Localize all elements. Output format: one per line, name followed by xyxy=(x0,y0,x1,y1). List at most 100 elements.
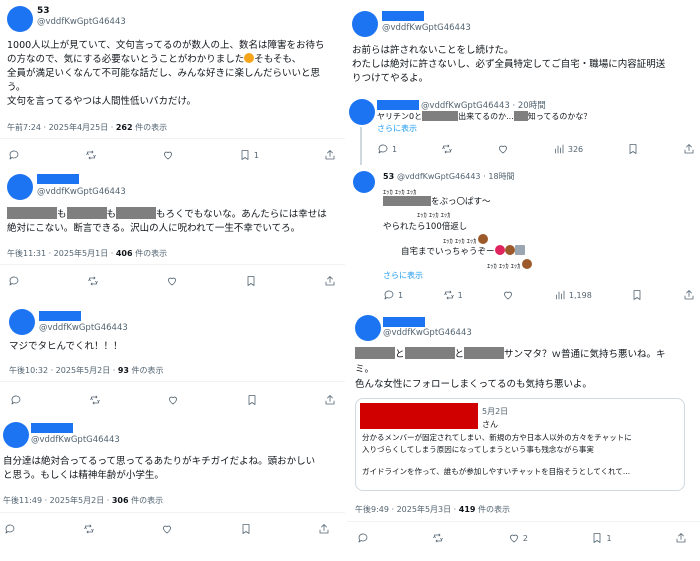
display-name-redacted[interactable] xyxy=(37,174,79,184)
display-name[interactable]: 53 xyxy=(37,6,50,16)
user-handle[interactable]: @vddfKwGptG46443 xyxy=(31,435,120,445)
reply-button[interactable]: 1 xyxy=(377,143,397,155)
user-handle[interactable]: @vddfKwGptG46443 xyxy=(39,323,128,333)
avatar[interactable] xyxy=(7,6,33,32)
avatar[interactable] xyxy=(355,315,381,341)
share-button[interactable] xyxy=(324,394,336,406)
redaction xyxy=(513,111,528,121)
share-button[interactable] xyxy=(318,523,330,535)
quoted-tweet[interactable]: 5月2日 さん 分かるメンバーが固定されてしまい、新規の方や日本人以外の方々をチ… xyxy=(355,398,685,491)
share-button[interactable] xyxy=(324,149,336,161)
display-name-redacted[interactable] xyxy=(382,11,424,21)
bookmark-button[interactable]: 1 xyxy=(239,149,259,161)
like-button[interactable]: 2 xyxy=(508,532,528,544)
reply-button[interactable] xyxy=(10,394,22,406)
bookmark-button[interactable] xyxy=(246,394,258,406)
retweet-button[interactable] xyxy=(441,143,453,155)
share-button[interactable] xyxy=(683,143,695,155)
bookmark-icon xyxy=(240,523,252,535)
like-button[interactable] xyxy=(162,149,174,161)
quoted-date: 5月2日 xyxy=(482,407,509,416)
bookmark-button[interactable] xyxy=(631,289,643,301)
tweet-text: ととサンマタ？ｗ普通に気持ち悪いね。キ ミ。 色んな女性にフォローしまくってるの… xyxy=(355,347,666,390)
show-more-link[interactable]: さらに表示 xyxy=(383,270,423,281)
like-button[interactable] xyxy=(166,275,178,287)
bookmark-button[interactable] xyxy=(627,143,639,155)
tweet-meta: 午後11:49 · 2025年5月2日 · 306 件の表示 xyxy=(3,496,164,505)
redaction xyxy=(383,196,431,206)
user-handle[interactable]: @vddfKwGptG46443 xyxy=(382,23,471,33)
bookmark-button[interactable]: 1 xyxy=(591,532,612,544)
share-icon xyxy=(683,289,695,301)
bear-emoji-icon xyxy=(504,245,515,255)
display-name-redacted[interactable] xyxy=(377,100,419,110)
avatar[interactable] xyxy=(353,171,375,193)
avatar[interactable] xyxy=(352,11,378,37)
retweet-icon xyxy=(441,143,453,155)
views-button[interactable]: 326 xyxy=(553,143,583,155)
tweet-card-1: 53 @vddfKwGptG46443 1000人以上が見ていて、文句言ってるの… xyxy=(0,0,345,165)
retweet-button[interactable] xyxy=(432,532,444,544)
redaction xyxy=(66,207,107,219)
like-icon xyxy=(508,532,520,544)
reply-icon xyxy=(10,394,22,406)
like-button[interactable] xyxy=(497,143,509,155)
views-icon xyxy=(554,289,566,301)
redaction xyxy=(422,111,459,121)
avatar[interactable] xyxy=(9,309,35,335)
thread-line xyxy=(360,127,362,165)
bookmark-button[interactable] xyxy=(240,523,252,535)
redaction xyxy=(7,207,57,219)
share-icon xyxy=(324,275,336,287)
tweet-meta: 午後9:49 · 2025年5月3日 · 419 件の表示 xyxy=(355,505,511,514)
share-button[interactable] xyxy=(675,532,687,544)
reply-icon xyxy=(4,523,16,535)
action-bar xyxy=(8,274,336,288)
bookmark-button[interactable] xyxy=(245,275,257,287)
user-handle[interactable]: @vddfKwGptG46443 xyxy=(37,187,126,197)
like-button[interactable] xyxy=(161,523,173,535)
retweet-button[interactable] xyxy=(83,523,95,535)
bookmark-icon xyxy=(239,149,251,161)
reply-button[interactable]: 1 xyxy=(383,289,403,301)
bear-emoji-icon xyxy=(478,234,489,244)
retweet-button[interactable] xyxy=(85,149,97,161)
tweet-card-6: @vddfKwGptG46443 · 20時間 ヤリチン0と 出来てるのか... 知… xyxy=(347,95,700,165)
reply-button[interactable] xyxy=(8,275,20,287)
tweet-text: 自分達は絶対合ってるって思ってるあたりがキチガイだよね。頭おかしい と思う。もし… xyxy=(3,456,316,481)
avatar[interactable] xyxy=(3,422,29,448)
share-icon xyxy=(683,143,695,155)
retweet-button[interactable]: 1 xyxy=(443,289,463,301)
reply-button[interactable] xyxy=(8,149,20,161)
reply-button[interactable] xyxy=(357,532,369,544)
display-name-redacted[interactable] xyxy=(39,311,81,321)
tweet-text: 1000人以上が見ていて、文句言ってるのが数人の上、数名は障害をお待ち の方なの… xyxy=(7,40,325,107)
views-button[interactable]: 1,198 xyxy=(554,289,592,301)
display-name-redacted[interactable] xyxy=(383,317,425,327)
user-handle[interactable]: @vddfKwGptG46443 xyxy=(37,17,126,27)
share-button[interactable] xyxy=(683,289,695,301)
tweet-text-eq3: ｴｯｶ ｴｯｶ ｴｯｶ xyxy=(443,234,489,245)
retweet-icon xyxy=(83,523,95,535)
show-more-link[interactable]: さらに表示 xyxy=(377,123,697,135)
display-name-redacted[interactable] xyxy=(31,423,73,433)
tweet-text-line1: をぶっ〇ぱす〜 xyxy=(383,195,491,207)
share-icon xyxy=(318,523,330,535)
retweet-icon xyxy=(87,275,99,287)
like-button[interactable] xyxy=(167,394,179,406)
retweet-button[interactable] xyxy=(89,394,101,406)
bookmark-icon xyxy=(631,289,643,301)
building-emoji-icon xyxy=(514,245,525,255)
redaction xyxy=(404,347,455,359)
tweet-text: お前らは許されないことをし続けた。 わたしは絶対に許さないし、必ず全員特定してご… xyxy=(352,45,666,84)
share-button[interactable] xyxy=(324,275,336,287)
retweet-button[interactable] xyxy=(87,275,99,287)
reply-button[interactable] xyxy=(4,523,16,535)
user-handle[interactable]: @vddfKwGptG46443 xyxy=(383,328,472,338)
avatar[interactable] xyxy=(7,174,33,200)
avatar[interactable] xyxy=(349,99,375,125)
like-button[interactable] xyxy=(502,289,514,301)
quoted-author-redacted xyxy=(360,403,478,429)
reply-icon xyxy=(377,143,389,155)
bookmark-icon xyxy=(246,394,258,406)
